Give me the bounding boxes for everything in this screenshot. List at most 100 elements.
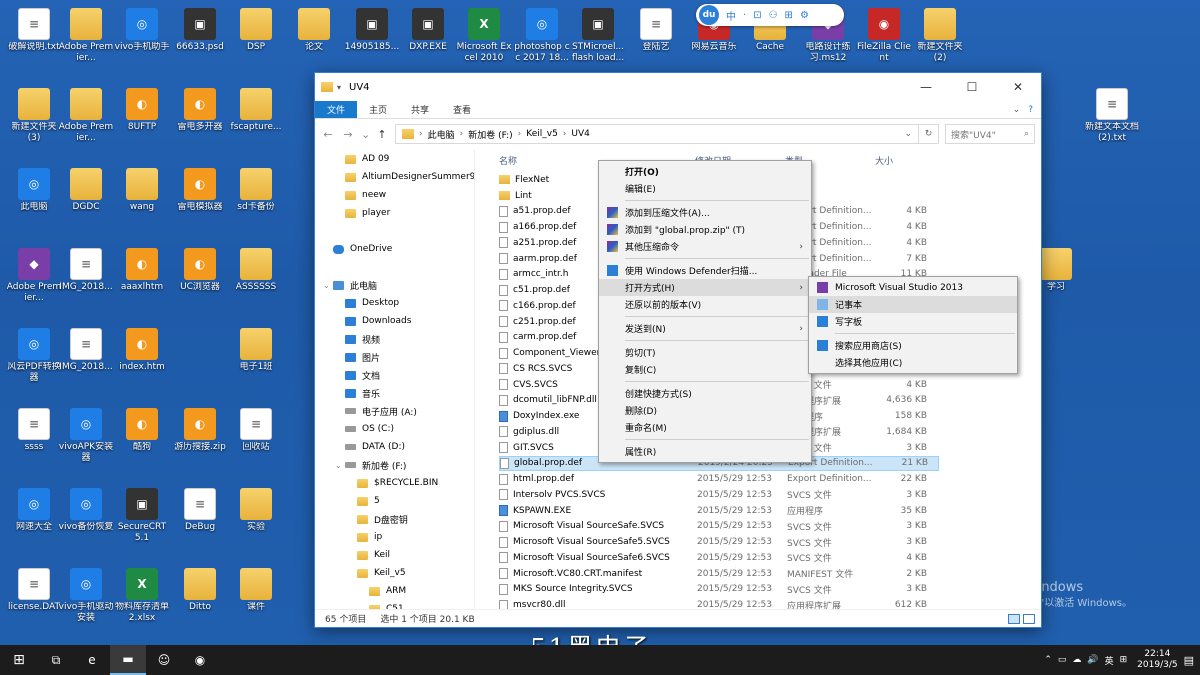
taskbar-netease-music-button[interactable]: ◉ [182, 645, 218, 675]
desktop-icon[interactable]: ◎ 网速大全 [6, 486, 62, 558]
notification-icon[interactable]: ▤ [1184, 654, 1194, 667]
desktop-icon[interactable]: ≡ 回收站 [228, 406, 284, 478]
desktop-icon[interactable]: ◎ vivoAPK安装器 [58, 406, 114, 478]
ime-user-icon[interactable]: ⚇ [769, 10, 778, 21]
taskbar-edge-button[interactable]: e [74, 645, 110, 675]
desktop-icon[interactable]: ◐ 酷狗 [114, 406, 170, 478]
desktop-icon[interactable]: ◐ 游历搜接.zip [172, 406, 228, 478]
ime-keyboard-icon[interactable]: ⊡ [753, 10, 761, 21]
desktop-icon[interactable]: ◐ aaaxlhtm [114, 246, 170, 318]
desktop-icon[interactable]: 电子1班 [228, 326, 284, 398]
file-row[interactable]: Microsoft Visual SourceSafe6.SVCS 2015/5/… [499, 550, 939, 566]
desktop-icon[interactable]: ◎ vivo备份恢复 [58, 486, 114, 558]
maximize-button[interactable]: ☐ [949, 73, 995, 101]
baidu-ime-toolbar[interactable]: du 中 · ⊡ ⚇ ⊞ ⚙ [696, 4, 844, 26]
tab-file[interactable]: 文件 [315, 101, 358, 118]
expand-arrow-icon[interactable]: ⌄ [335, 461, 345, 470]
desktop-icon[interactable]: X Microsoft Excel 2010 [456, 6, 512, 78]
taskbar-uc-browser-button[interactable]: ☺ [146, 645, 182, 675]
nav-item[interactable] [315, 258, 474, 276]
menu-item[interactable]: 属性(R) [599, 443, 811, 460]
nav-item[interactable]: neew [315, 186, 474, 204]
desktop-icon[interactable]: 新建文件夹 (2) [912, 6, 968, 78]
desktop-icon[interactable]: ◐ 8UFTP [114, 86, 170, 158]
desktop-icon[interactable]: ◐ 雷电模拟器 [172, 166, 228, 238]
taskbar-task-view-button[interactable]: ⧉ [38, 645, 74, 675]
desktop-icon[interactable]: ▣ 66633.psd [172, 6, 228, 78]
desktop-icon[interactable]: ≡ IMG_2018... [58, 326, 114, 398]
tray-network-icon[interactable]: ☁ [1072, 655, 1081, 665]
desktop-icon[interactable]: ◎ vivo手机助手 [114, 6, 170, 78]
desktop-icon[interactable]: sd卡备份 [228, 166, 284, 238]
tray-battery-icon[interactable]: ▭ [1058, 655, 1067, 665]
menu-item[interactable]: 写字板 [809, 313, 1017, 330]
menu-item[interactable]: 编辑(E) [599, 180, 811, 197]
menu-item[interactable]: 选择其他应用(C) [809, 354, 1017, 371]
desktop-icon[interactable]: 实验 [228, 486, 284, 558]
desktop-icon[interactable]: ≡ 新建文本文档 (2).txt [1084, 86, 1140, 158]
file-row[interactable]: Intersolv PVCS.SVCS 2015/5/29 12:53 SVCS 文… [499, 487, 939, 503]
nav-item[interactable] [315, 222, 474, 240]
desktop-icon[interactable]: ≡ 破解说明.txt [6, 6, 62, 78]
down-arrow-icon[interactable]: ▾ [337, 83, 341, 92]
column-size[interactable]: 大小 [875, 154, 893, 167]
desktop-icon[interactable]: ≡ 登陆艺 [628, 6, 684, 78]
search-box[interactable]: 搜索"UV4" ⌕ [945, 124, 1035, 144]
menu-item[interactable]: 搜索应用商店(S) [809, 337, 1017, 354]
nav-item[interactable]: player [315, 204, 474, 222]
nav-item[interactable]: OneDrive [315, 240, 474, 258]
tab-home[interactable]: 主页 [357, 101, 399, 118]
file-row[interactable]: Microsoft.VC80.CRT.manifest 2015/5/29 12:… [499, 566, 939, 582]
nav-item[interactable]: AD 09 [315, 150, 474, 168]
nav-item[interactable]: D盘密钥 [315, 510, 474, 528]
desktop-icon[interactable]: Adobe Premier... [58, 86, 114, 158]
menu-item[interactable]: 记事本 [809, 296, 1017, 313]
menu-item[interactable]: 复制(C) [599, 361, 811, 378]
taskbar-file-explorer-button[interactable]: ▬ [110, 645, 146, 675]
ime-punctuation[interactable]: · [743, 10, 746, 21]
nav-item[interactable]: ARM [315, 582, 474, 600]
title-bar[interactable]: ▾ UV4 — ☐ ✕ [315, 73, 1041, 101]
nav-item[interactable]: Keil [315, 546, 474, 564]
nav-item[interactable]: ⌄ 此电脑 [315, 276, 474, 294]
tab-share[interactable]: 共享 [399, 101, 441, 118]
baidu-ime-logo[interactable]: du [699, 5, 719, 25]
file-row[interactable]: msvcr80.dll 2015/5/29 12:53 应用程序扩展 612 KB [499, 597, 939, 609]
menu-item[interactable]: 添加到 "global.prop.zip" (T) [599, 221, 811, 238]
forward-button[interactable]: → [341, 128, 355, 141]
file-row[interactable]: MKS Source Integrity.SVCS 2015/5/29 12:53… [499, 582, 939, 598]
menu-item[interactable]: 删除(D) [599, 402, 811, 419]
nav-item[interactable]: Downloads [315, 312, 474, 330]
expand-arrow-icon[interactable]: ⌄ [323, 281, 333, 290]
file-row[interactable]: KSPAWN.EXE 2015/5/29 12:53 应用程序 35 KB [499, 503, 939, 519]
desktop-icon[interactable]: Ditto [172, 566, 228, 638]
desktop-icon[interactable]: X 物料库存清单2.xlsx [114, 566, 170, 638]
nav-item[interactable]: 5 [315, 492, 474, 510]
desktop-icon[interactable]: ◎ photoshop cc 2017 18... [514, 6, 570, 78]
menu-item[interactable]: 其他压缩命令 › [599, 238, 811, 255]
desktop-icon[interactable]: DSP [228, 6, 284, 78]
desktop-icon[interactable]: ▣ SecureCRT 5.1 [114, 486, 170, 558]
back-button[interactable]: ← [321, 128, 335, 141]
desktop-icon[interactable]: ◎ 此电脑 [6, 166, 62, 238]
breadcrumb-keil-v5[interactable]: Keil_v5 [526, 129, 558, 139]
menu-item[interactable]: 发送到(N) › [599, 320, 811, 337]
nav-item[interactable]: Keil_v5 [315, 564, 474, 582]
close-button[interactable]: ✕ [995, 73, 1041, 101]
clock[interactable]: 22:14 2019/3/5 [1137, 649, 1177, 671]
menu-item[interactable]: 打开(O) [599, 163, 811, 180]
refresh-button[interactable]: ↻ [919, 124, 939, 144]
tab-view[interactable]: 查看 [441, 101, 483, 118]
navigation-pane[interactable]: AD 09 AltiumDesignerSummer9Bu neew player On… [315, 150, 475, 609]
nav-item[interactable]: $RECYCLE.BIN [315, 474, 474, 492]
tray-overflow-icon[interactable]: ⌃ [1044, 655, 1052, 665]
column-name[interactable]: 名称 [499, 154, 517, 167]
address-dropdown-icon[interactable]: ⌄ [904, 129, 912, 139]
desktop-icon[interactable]: 新建文件夹 (3) [6, 86, 62, 158]
nav-item[interactable]: 文档 [315, 366, 474, 384]
nav-item[interactable]: 视频 [315, 330, 474, 348]
minimize-button[interactable]: — [903, 73, 949, 101]
menu-item[interactable]: 打开方式(H) › [599, 279, 811, 296]
desktop-icon[interactable]: ▣ STMicroel... flash load... [570, 6, 626, 78]
breadcrumb-drive-f[interactable]: 新加卷 (F:) [468, 128, 512, 141]
